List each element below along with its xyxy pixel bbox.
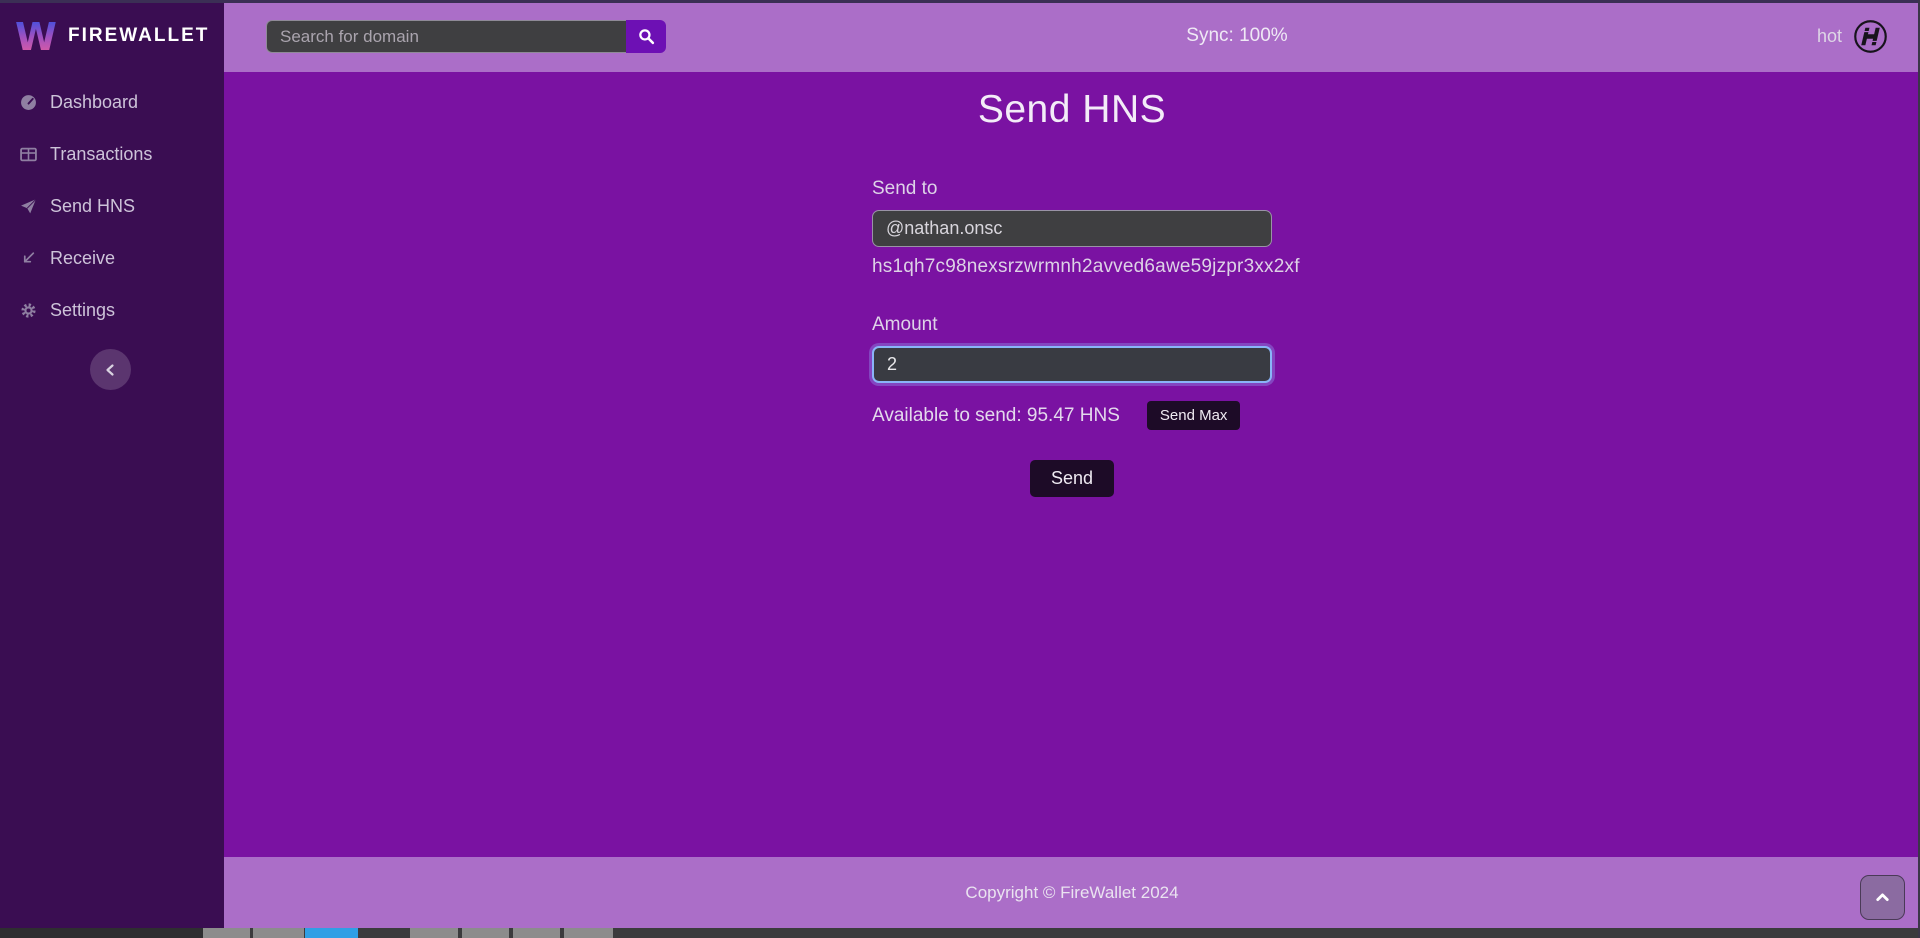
send-to-input[interactable] (872, 210, 1272, 247)
paper-plane-icon (20, 198, 37, 215)
arrow-down-left-icon (20, 250, 37, 267)
taskbar-segment[interactable] (253, 928, 304, 938)
sidebar-item-label: Transactions (50, 144, 152, 165)
sync-status: Sync: 100% (1186, 0, 1287, 72)
send-max-button[interactable]: Send Max (1147, 401, 1241, 430)
chevron-left-icon (103, 362, 119, 378)
table-icon (20, 146, 37, 163)
brand: W FIREWALLET (0, 0, 224, 72)
sidebar-item-receive[interactable]: Receive (0, 232, 224, 284)
taskbar-segment[interactable] (462, 928, 509, 938)
taskbar-segment[interactable] (564, 928, 613, 938)
sidebar-collapse-button[interactable] (90, 349, 131, 390)
taskbar-segment[interactable] (513, 928, 560, 938)
taskbar-segment[interactable] (0, 928, 203, 938)
gauge-icon (20, 94, 37, 111)
search-bar (266, 20, 666, 53)
amount-label: Amount (872, 314, 1272, 336)
svg-text:W: W (16, 16, 56, 56)
search-input[interactable] (266, 20, 626, 53)
sidebar-item-send-hns[interactable]: Send HNS (0, 180, 224, 232)
main-content: Send HNS Send to hs1qh7c98nexsrzwrmnh2av… (224, 72, 1920, 857)
search-icon (638, 28, 655, 45)
search-button[interactable] (626, 20, 666, 53)
wallet-type-label: hot (1817, 26, 1842, 47)
handshake-logo-icon (1853, 19, 1888, 54)
sidebar-item-label: Settings (50, 300, 115, 321)
firewallet-w-logo: W (16, 16, 56, 56)
page-title: Send HNS (872, 88, 1272, 132)
sidebar-item-settings[interactable]: Settings (0, 284, 224, 336)
sidebar-nav: Dashboard Transactions (0, 76, 224, 336)
footer: Copyright © FireWallet 2024 (224, 857, 1920, 928)
taskbar-segment[interactable] (203, 928, 250, 938)
send-to-label: Send to (872, 178, 1272, 200)
firewallet-app: W FIREWALLET Dashboard (0, 0, 1920, 938)
sidebar-item-dashboard[interactable]: Dashboard (0, 76, 224, 128)
sidebar-item-label: Receive (50, 248, 115, 269)
taskbar-strip[interactable] (0, 928, 1920, 938)
available-to-send-text: Available to send: 95.47 HNS (872, 405, 1120, 427)
topbar: Sync: 100% hot (224, 0, 1920, 72)
sidebar: W FIREWALLET Dashboard (0, 0, 224, 928)
copyright-text: Copyright © FireWallet 2024 (965, 883, 1178, 903)
scroll-to-top-button[interactable] (1860, 875, 1905, 920)
amount-input[interactable] (872, 346, 1272, 383)
brand-name: FIREWALLET (68, 25, 209, 47)
send-button[interactable]: Send (1030, 460, 1114, 497)
resolved-address: hs1qh7c98nexsrzwrmnh2avved6awe59jzpr3xx2… (872, 256, 1272, 278)
window-top-edge (0, 0, 1920, 3)
taskbar-segment[interactable] (410, 928, 458, 938)
gear-icon (20, 302, 37, 319)
sidebar-item-transactions[interactable]: Transactions (0, 128, 224, 180)
wallet-indicator[interactable]: hot (1817, 0, 1888, 72)
taskbar-segment[interactable] (305, 928, 358, 938)
sidebar-item-label: Dashboard (50, 92, 138, 113)
sidebar-item-label: Send HNS (50, 196, 135, 217)
chevron-up-icon (1874, 889, 1891, 906)
